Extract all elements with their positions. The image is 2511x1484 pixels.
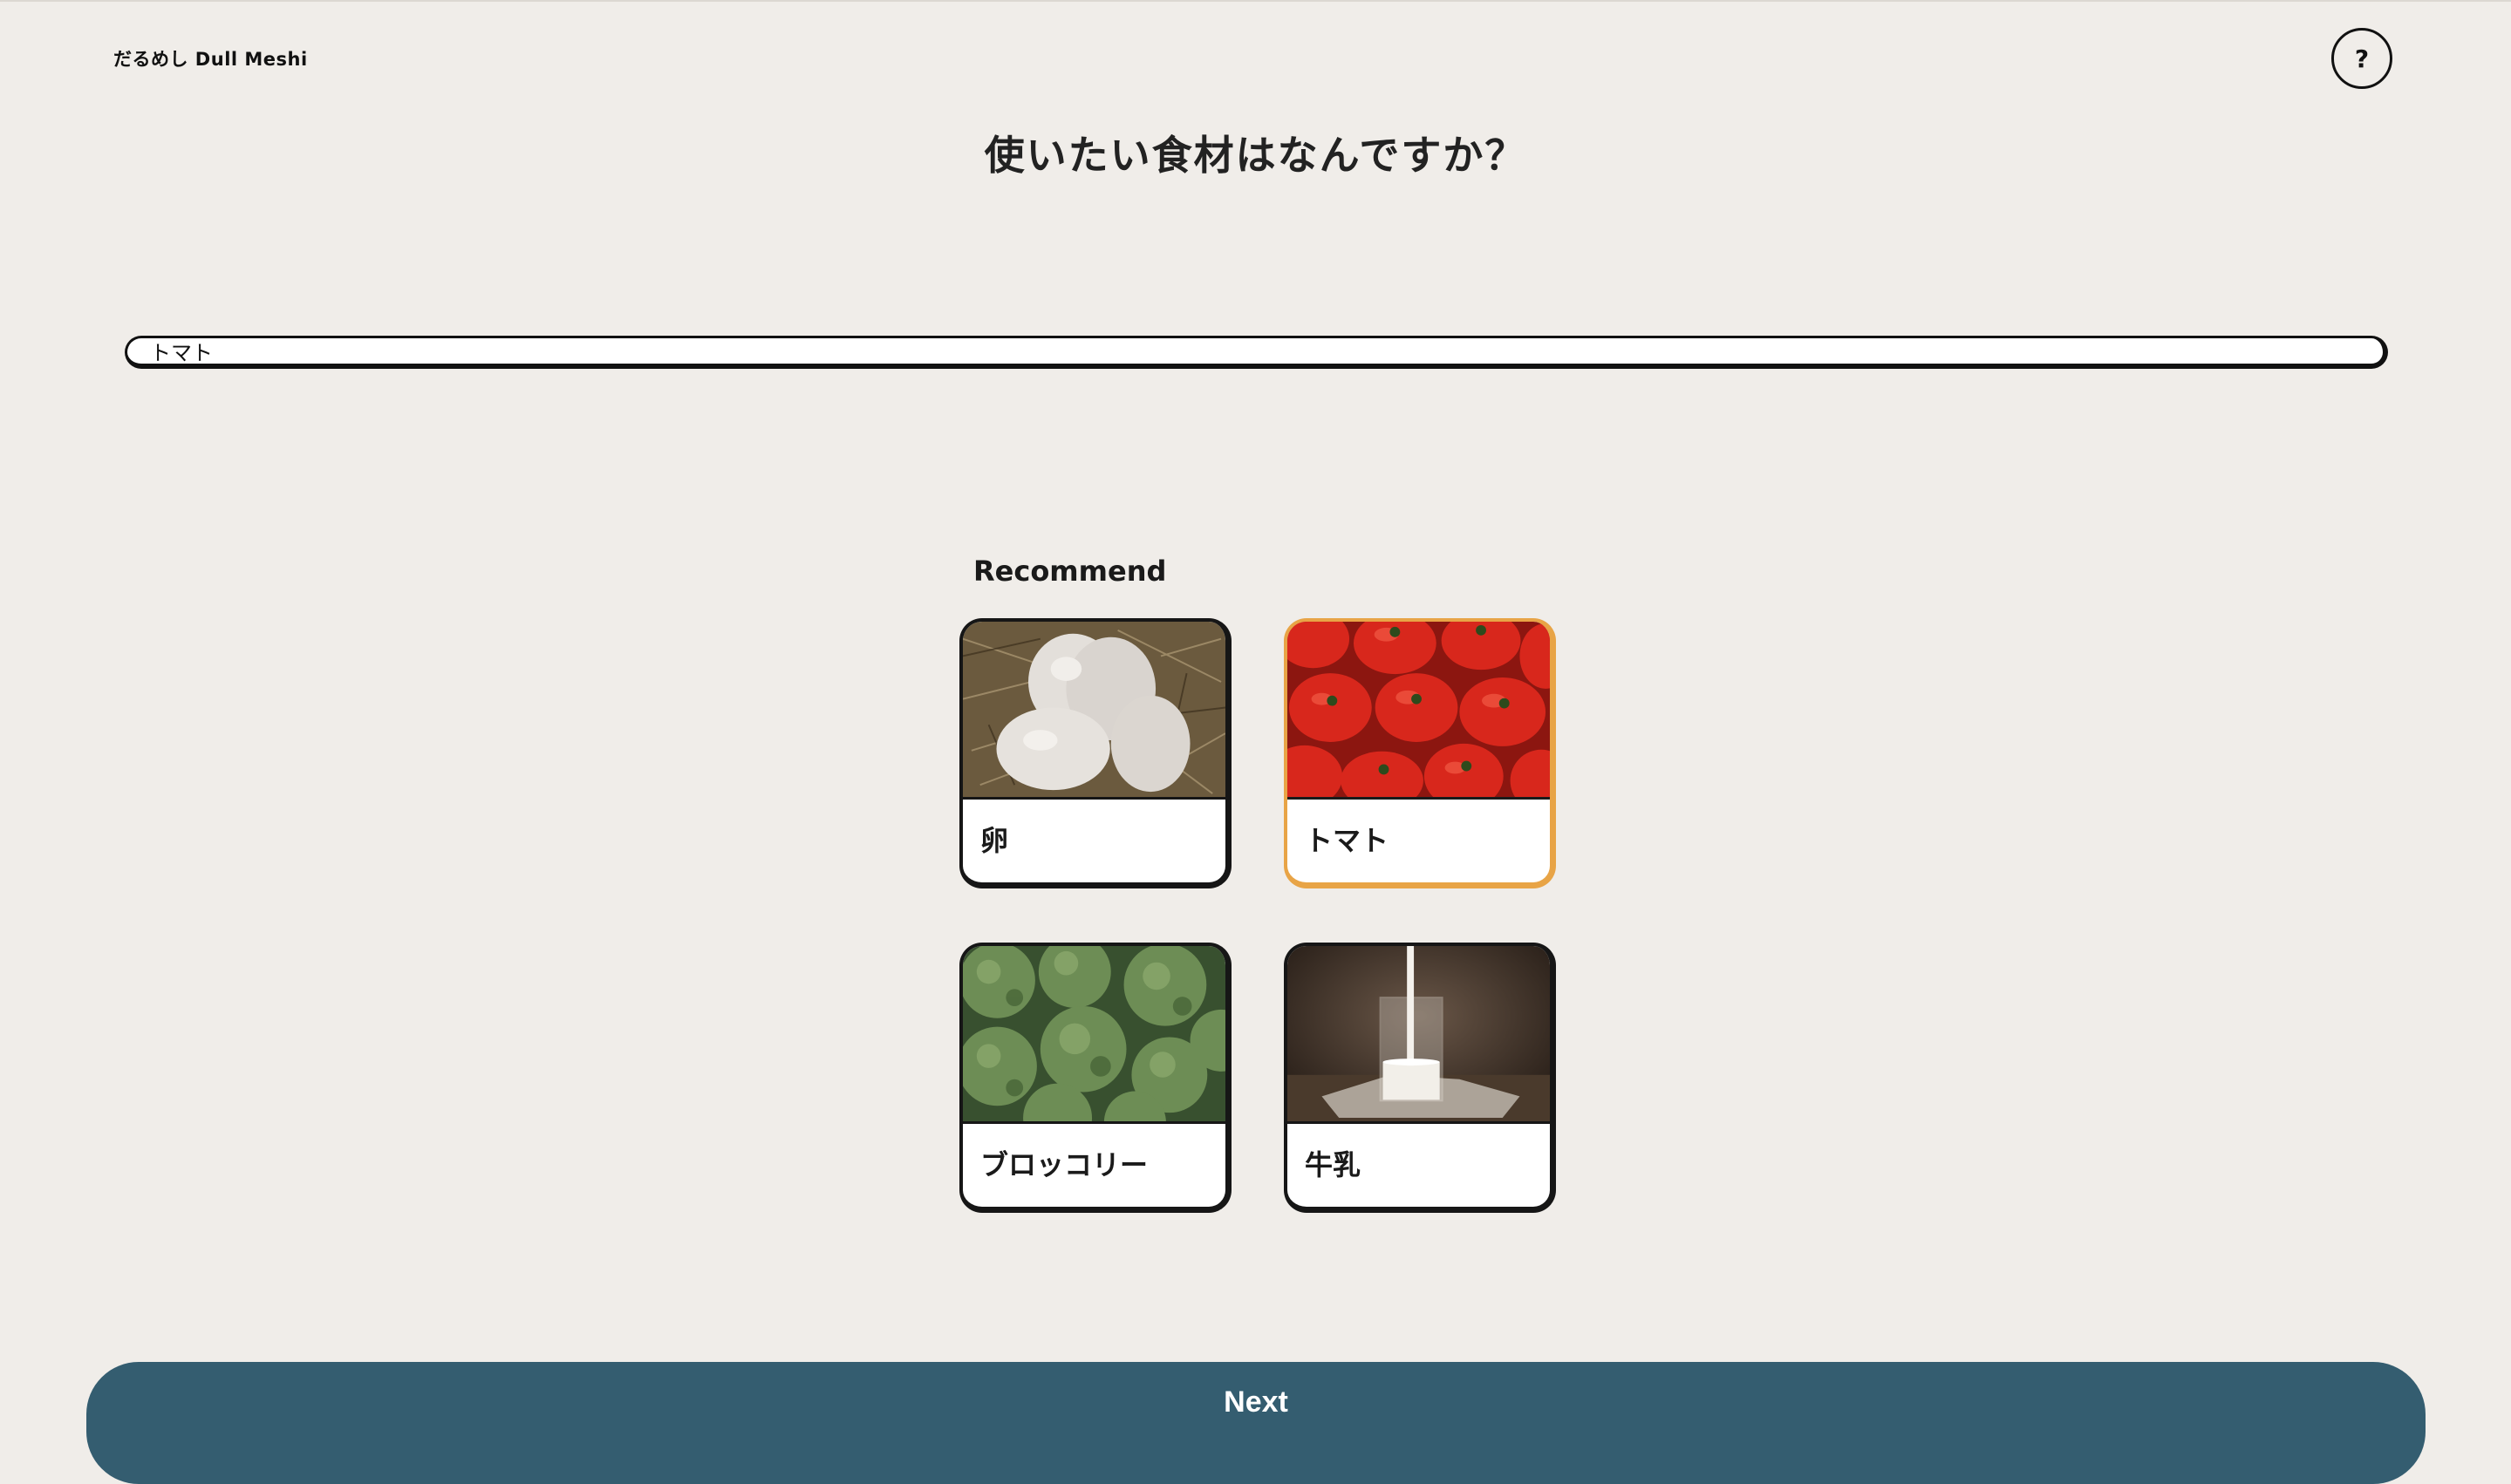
next-button[interactable]: Next (86, 1362, 2426, 1484)
ingredient-card-label: 卵 (980, 824, 1009, 857)
ingredient-card-label: ブロッコリー (980, 1148, 1149, 1181)
ingredient-search-field[interactable] (125, 336, 2388, 369)
ingredient-card-label: トマト (1305, 824, 1389, 857)
tomatoes-photo (1287, 622, 1550, 800)
broccoli-photo (963, 946, 1225, 1124)
recommend-heading: Recommend (973, 555, 1167, 588)
top-divider (0, 0, 2511, 2)
page-title: 使いたい食材はなんですか？ (984, 132, 1527, 179)
ingredient-search-input[interactable] (127, 338, 2383, 364)
milk-photo (1287, 946, 1550, 1124)
ingredient-card-egg[interactable]: 卵 (959, 618, 1232, 888)
ingredient-card-milk[interactable]: 牛乳 (1284, 943, 1556, 1213)
ingredient-card-broccoli[interactable]: ブロッコリー (959, 943, 1232, 1213)
help-button[interactable]: ? (2331, 28, 2392, 89)
brand-logo[interactable]: だるめし Dull Meshi (113, 45, 308, 71)
ingredient-card-tomato[interactable]: トマト (1284, 618, 1556, 888)
ingredient-card-label: 牛乳 (1305, 1148, 1361, 1181)
eggs-photo (963, 622, 1225, 800)
